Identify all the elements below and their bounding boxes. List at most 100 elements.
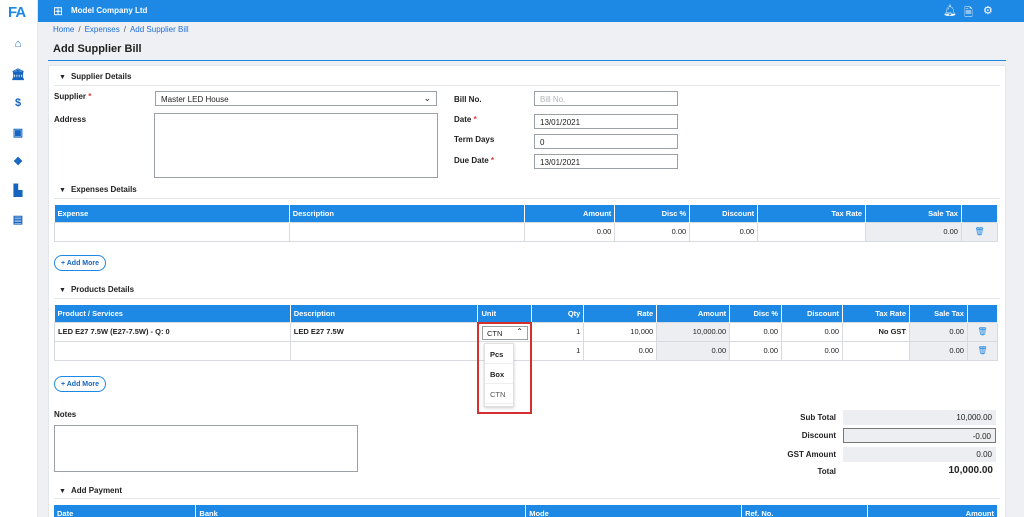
- card-icon[interactable]: ▤: [11, 212, 25, 226]
- discount-cell[interactable]: 0.00: [781, 321, 844, 342]
- sidebar: FA ⌂ 🏛 $ ▣ ❖ ▙ ▤: [0, 0, 38, 517]
- col-description: Description: [289, 205, 526, 222]
- sale-tax-cell: 0.00: [909, 340, 968, 361]
- disc-pct-cell[interactable]: 0.00: [614, 221, 691, 242]
- address-label: Address: [54, 115, 87, 124]
- divider: [54, 85, 1000, 86]
- expenses-table: Expense Description Amount Disc % Discou…: [54, 205, 999, 242]
- gst-value: 0.00: [843, 447, 996, 462]
- col-tax-rate: Tax Rate: [842, 305, 910, 322]
- page-title: Add Supplier Bill: [53, 43, 142, 55]
- total-value: 10,000.00: [948, 465, 994, 476]
- chevron-down-icon: ▼: [59, 488, 66, 495]
- discount-cell[interactable]: 0.00: [689, 221, 759, 242]
- date-input[interactable]: 13/01/2021: [534, 114, 678, 129]
- chevron-down-icon: ▼: [59, 74, 66, 81]
- divider: [54, 498, 1000, 499]
- bill-no-label: Bill No.: [454, 95, 482, 104]
- col-tax-rate: Tax Rate: [757, 205, 867, 222]
- payment-section-header[interactable]: ▼ Add Payment: [59, 486, 122, 495]
- tax-rate-cell[interactable]: [842, 340, 910, 361]
- col-qty: Qty: [531, 305, 585, 322]
- products-section-header[interactable]: ▼ Products Details: [59, 285, 134, 294]
- col-discount: Discount: [781, 305, 844, 322]
- chart-icon[interactable]: ▙: [11, 183, 25, 197]
- disc-pct-cell[interactable]: 0.00: [729, 321, 783, 342]
- chevron-down-icon: ▼: [59, 187, 66, 194]
- discount-cell[interactable]: 0.00: [781, 340, 844, 361]
- notes-textarea[interactable]: [54, 425, 358, 472]
- payment-table: Date Bank Mode Ref. No. Amount: [54, 505, 998, 517]
- bank-icon[interactable]: 🏛: [11, 67, 25, 81]
- address-textarea[interactable]: [154, 113, 438, 178]
- qty-cell[interactable]: 1: [531, 321, 585, 342]
- expense-cell[interactable]: [54, 221, 290, 242]
- sub-total-value: 10,000.00: [843, 410, 996, 425]
- col-mode: Mode: [525, 505, 743, 517]
- title-divider: [48, 60, 1006, 61]
- chevron-down-icon: ⌄: [423, 93, 431, 103]
- expenses-add-more-button[interactable]: + Add More: [54, 255, 106, 271]
- description-cell[interactable]: LED E27 7.5W: [289, 321, 479, 342]
- description-cell[interactable]: [288, 221, 526, 242]
- grid-menu-icon[interactable]: ⊞: [53, 4, 63, 18]
- company-name: Model Company Ltd: [71, 6, 148, 15]
- description-cell[interactable]: [289, 340, 479, 361]
- col-product: Product / Services: [54, 305, 291, 322]
- dollar-icon[interactable]: $: [11, 96, 25, 110]
- bill-no-input[interactable]: Bill No.: [534, 91, 678, 106]
- col-discount: Discount: [689, 205, 759, 222]
- trash-icon[interactable]: 🗑: [960, 221, 999, 242]
- col-amount: Amount: [656, 305, 731, 322]
- expenses-section-header[interactable]: ▼ Expenses Details: [59, 185, 137, 194]
- supplier-label: Supplier *: [54, 92, 92, 101]
- amount-cell: 0.00: [656, 340, 731, 361]
- date-label: Date *: [454, 115, 477, 124]
- top-bar: ⊞ Model Company Ltd 🔔︎ 🗎 ⚙: [38, 0, 1024, 22]
- discount-input[interactable]: -0.00: [843, 428, 996, 443]
- tax-rate-cell[interactable]: [757, 221, 867, 242]
- tax-rate-cell[interactable]: No GST: [842, 321, 910, 342]
- col-date: Date: [54, 505, 197, 517]
- term-days-input[interactable]: 0: [534, 134, 678, 149]
- col-amount: Amount: [524, 205, 616, 222]
- gear-icon[interactable]: ⚙: [983, 4, 993, 17]
- cash-icon[interactable]: ▣: [11, 125, 25, 139]
- col-bank: Bank: [195, 505, 527, 517]
- term-days-label: Term Days: [454, 135, 495, 144]
- document-icon[interactable]: 🗎: [964, 4, 973, 23]
- supplier-section-header[interactable]: ▼ Supplier Details: [59, 72, 131, 81]
- amount-cell[interactable]: 0.00: [524, 221, 616, 242]
- home-icon[interactable]: ⌂: [11, 37, 25, 51]
- breadcrumb-current[interactable]: Add Supplier Bill: [130, 25, 189, 34]
- col-expense: Expense: [54, 205, 290, 222]
- col-actions: [961, 205, 999, 222]
- breadcrumb-expenses[interactable]: Expenses: [85, 25, 120, 34]
- divider: [54, 298, 1000, 299]
- disc-pct-cell[interactable]: 0.00: [729, 340, 783, 361]
- col-sale-tax: Sale Tax: [865, 205, 962, 222]
- product-cell[interactable]: [54, 340, 291, 361]
- app-logo: FA: [8, 4, 26, 21]
- col-ref-no: Ref. No.: [741, 505, 869, 517]
- due-date-input[interactable]: 13/01/2021: [534, 154, 678, 169]
- breadcrumb: Home / Expenses / Add Supplier Bill: [53, 25, 189, 34]
- supplier-select[interactable]: Master LED House ⌄: [155, 91, 437, 106]
- rate-cell[interactable]: 0.00: [583, 340, 658, 361]
- col-disc-pct: Disc %: [729, 305, 783, 322]
- qty-cell[interactable]: 1: [531, 340, 585, 361]
- boxes-icon[interactable]: ❖: [11, 154, 25, 168]
- due-date-label: Due Date *: [454, 156, 495, 165]
- amount-cell: 10,000.00: [656, 321, 731, 342]
- trash-icon[interactable]: 🗑: [966, 321, 999, 342]
- rate-cell[interactable]: 10,000: [583, 321, 658, 342]
- discount-label: Discount: [801, 431, 836, 440]
- chevron-down-icon: ▼: [59, 287, 66, 294]
- breadcrumb-home[interactable]: Home: [53, 25, 74, 34]
- total-label: Total: [817, 467, 836, 476]
- trash-icon[interactable]: 🗑: [966, 340, 999, 361]
- bell-icon[interactable]: 🔔︎: [943, 4, 957, 17]
- products-add-more-button[interactable]: + Add More: [54, 376, 106, 392]
- product-cell[interactable]: LED E27 7.5W (E27-7.5W) - Q: 0: [54, 321, 291, 342]
- col-amount: Amount: [867, 505, 998, 517]
